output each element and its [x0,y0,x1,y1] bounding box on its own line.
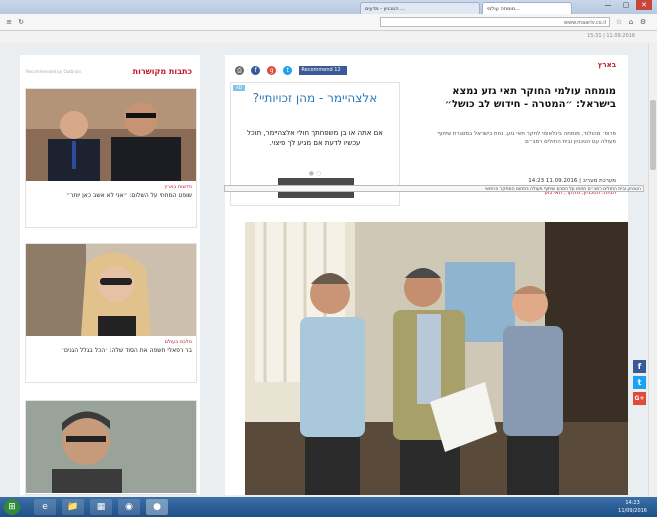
related-card[interactable] [25,400,197,495]
star-icon[interactable]: ☆ [614,17,624,27]
card-caption: בר רפאלי חשפה את הסוד שלה: ׳הכל בגלל הגנ… [61,347,193,354]
card-caption: שופט המחוזי על השלום: ״אני לא אשב כאן יו… [66,192,192,199]
refresh-icon[interactable]: ↻ [16,17,26,27]
ie-icon[interactable]: e [34,499,56,515]
browser-tab-bar: הטכניון - מדעים ... מומחה עולמי... — ▢ ✕ [0,0,657,14]
tab-label: הטכניון - מדעים ... [365,6,406,12]
sidebar-title: כתבות מקושרות [132,67,192,76]
article-headline: מומחה עולמי החוקר תאי גזע נמצא בישראל: ״… [444,86,616,110]
ad-pagination-dots[interactable]: ● ○ [231,170,399,177]
windows-taskbar: ⊞ e 📁 ▦ ◉ ● 14:23 11/09/2016 [0,497,657,517]
close-button[interactable]: ✕ [636,0,652,10]
ad-text: אם אתה או בן משפחתך חולי אלצהיימר, תוכל … [247,129,383,147]
twitter-share-icon[interactable]: t [283,66,293,75]
related-card[interactable]: חדשות בארץ שופט המחוזי על השלום: ״אני לא… [25,88,197,228]
system-clock[interactable]: 14:23 11/09/2016 [618,499,647,515]
clock-date: 11/09/2016 [618,508,647,514]
card-image-politicians [26,89,196,181]
breadcrumb[interactable]: בארץ [598,61,616,69]
related-articles-sidebar: כתבות מקושרות Recommended by Outbrain חד… [20,55,200,495]
ad-title[interactable]: אלצהיימר - מהן זכויותיי? [239,91,391,106]
url-field[interactable]: www.maariv.co.il [380,17,610,27]
facebook-icon[interactable]: f [633,360,646,373]
home-icon[interactable]: ⌂ [626,17,636,27]
menu-icon[interactable]: ≡ [4,17,14,27]
minimize-button[interactable]: — [600,0,616,10]
related-card[interactable]: סלבס בעולם בר רפאלי חשפה את הסוד שלה: ׳ה… [25,243,197,383]
share-bar: ⎙ f g t Recommend 12 [235,60,348,79]
address-bar: ≡ ↻ www.maariv.co.il ☆ ⌂ ⚙ [0,14,657,31]
clock-time: 14:23 [625,500,640,506]
browser-tab-active[interactable]: מומחה עולמי... [482,2,572,14]
article-panel: בארץ ⎙ f g t Recommend 12 מומחה עולמי הח… [225,55,628,495]
google-plus-icon[interactable]: G+ [633,392,646,405]
article-photo [245,222,628,495]
scrollbar-thumb[interactable] [650,100,656,170]
facebook-share-icon[interactable]: f [251,66,261,75]
maximize-button[interactable]: ▢ [618,0,634,10]
article-lead: פרופ׳ מהולנד, מומחה בינלאומי לחקר תאי גז… [437,131,616,145]
card-category: סלבס בעולם [164,339,192,345]
tab-label: מומחה עולמי... [487,6,520,12]
twitter-icon[interactable]: t [633,376,646,389]
photo-caption-tooltip: הטכניון ובית החולים רמב״ם חתמו על הסכם ש… [224,185,644,192]
sponsored-label: Recommended by Outbrain [26,69,82,74]
browser-tab[interactable]: הטכניון - מדעים ... [360,2,480,14]
media-icon[interactable]: ◉ [118,499,140,515]
date-time-text: 15:31 | 11.09.2016 [587,33,635,39]
settings-icon[interactable]: ⚙ [638,17,648,27]
facebook-recommend-button[interactable]: Recommend 12 [299,66,348,75]
chrome-icon[interactable]: ● [146,499,168,515]
folder-icon[interactable]: 📁 [62,499,84,515]
print-icon[interactable]: ⎙ [235,66,244,75]
google-share-icon[interactable]: g [267,66,277,75]
start-button[interactable]: ⊞ [4,499,20,515]
card-category: חדשות בארץ [164,184,192,190]
card-image-model [26,244,196,336]
article-byline: מערכת מעריב | 11.09.2016 14:23 [528,178,616,184]
app-icon[interactable]: ▦ [90,499,112,515]
card-image-man [26,401,196,493]
